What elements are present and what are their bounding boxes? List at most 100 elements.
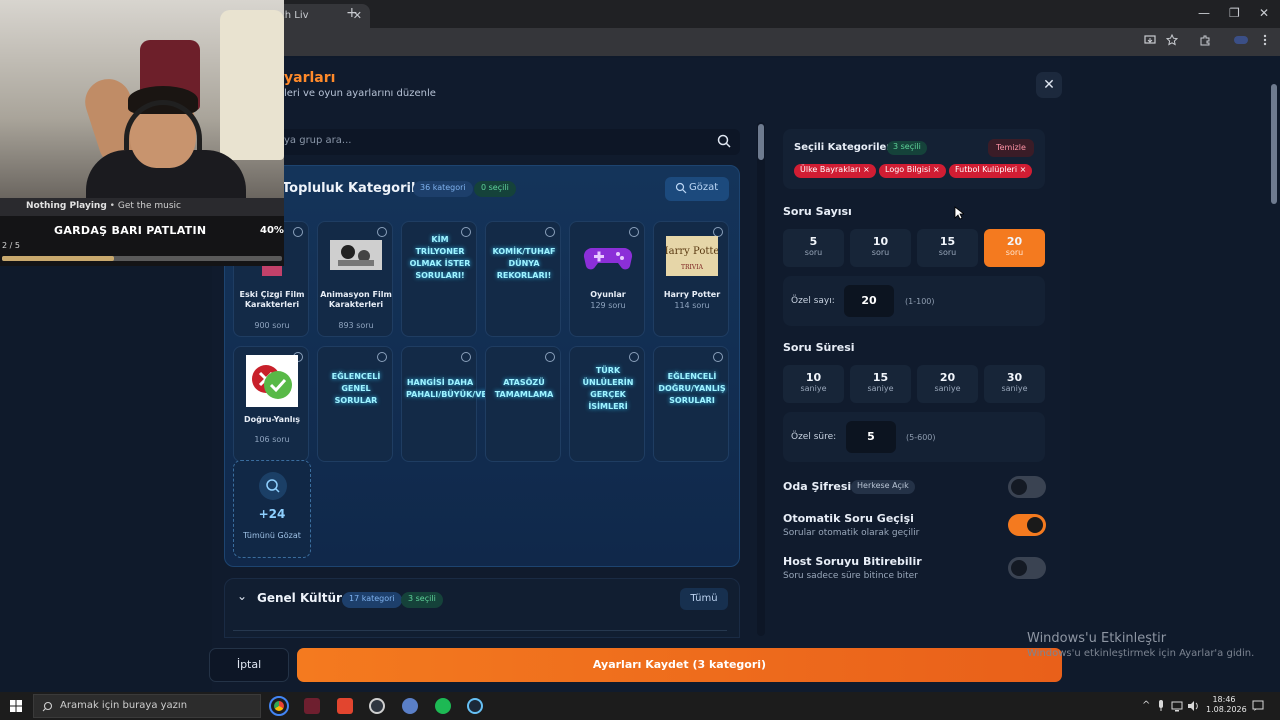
left-scrollbar[interactable] [757, 122, 765, 636]
category-card-dunya-rekorlari[interactable]: KOMİK/TUHAF DÜNYA REKORLARI! [485, 221, 561, 337]
question-time-20[interactable]: 20 saniye [917, 365, 978, 403]
genel-kultur-panel[interactable] [224, 578, 740, 638]
question-count-10[interactable]: 10 soru [850, 229, 911, 267]
auto-next-toggle[interactable] [1008, 514, 1046, 536]
search-placeholder: ya grup ara... [284, 135, 352, 146]
card-radio[interactable] [377, 352, 387, 362]
browse-all-card[interactable]: +24 Tümünü Gözat [233, 460, 311, 558]
save-settings-button[interactable]: Ayarları Kaydet (3 kategori) [297, 648, 1062, 682]
blue-app-icon[interactable] [402, 698, 418, 714]
tray-caret-icon[interactable]: ^ [1142, 700, 1150, 711]
minimize-window-button[interactable]: — [1198, 6, 1210, 20]
option-value: 5 [809, 235, 818, 248]
option-unit: soru [871, 248, 890, 257]
category-card-animasyon[interactable]: Animasyon Film Karakterleri 893 soru [317, 221, 393, 337]
question-count-5[interactable]: 5 soru [783, 229, 844, 267]
bookmark-star-icon[interactable] [1166, 34, 1178, 46]
select-all-button[interactable]: Tümü [680, 588, 728, 610]
room-password-label: Oda Şifresi [783, 480, 852, 493]
clear-selection-button[interactable]: Temizle [988, 139, 1034, 157]
restore-window-button[interactable]: ❐ [1229, 6, 1240, 20]
steam-app-icon[interactable] [467, 698, 483, 714]
custom-count-range: (1-100) [905, 297, 935, 306]
chip-futbol-kulupleri[interactable]: Futbol Kulüpleri × [949, 164, 1033, 178]
spotify-app-icon[interactable] [435, 698, 451, 714]
modal-close-button[interactable]: ✕ [1036, 72, 1062, 98]
song-percent: 40% [260, 225, 284, 236]
question-count-20[interactable]: 20 soru [984, 229, 1045, 267]
category-card-kim-trilyoner[interactable]: KİM TRİLYONER OLMAK İSTER SORULARI! [401, 221, 477, 337]
true-false-icon [246, 355, 298, 407]
card-name: Doğru-Yanlış [243, 415, 301, 424]
question-time-10[interactable]: 10 saniye [783, 365, 844, 403]
browse-all-label: Tümünü Gözat [243, 531, 301, 540]
category-card-turk-unluleri[interactable]: TÜRK ÜNLÜLERİN GERÇEK İSİMLERİ [569, 346, 645, 462]
chip-ulke-bayraklari[interactable]: Ülke Bayrakları × [794, 164, 876, 178]
song-index: 2 / 5 [2, 241, 20, 250]
auto-next-label: Otomatik Soru Geçişi [783, 512, 914, 525]
webcam-overlay [0, 0, 284, 198]
custom-time-input[interactable]: 5 [846, 421, 896, 453]
brave-app-icon[interactable] [337, 698, 353, 714]
toggle-knob [1011, 560, 1027, 576]
question-count-label: Soru Sayısı [783, 205, 852, 218]
category-card-eglenceli-dogru[interactable]: EĞLENCELİ DOĞRU/YANLIŞ SORULARI [653, 346, 729, 462]
extensions-icon[interactable] [1199, 34, 1211, 46]
category-card-eglenceli-genel[interactable]: EĞLENCELİ GENEL SORULAR [317, 346, 393, 462]
taskbar-search-input[interactable]: Aramak için buraya yazın [33, 694, 261, 718]
card-neon-title: ATASÖZÜ TAMAMLAMA [494, 378, 554, 399]
selected-count-badge: 3 seçili [887, 141, 927, 155]
room-password-toggle[interactable] [1008, 476, 1046, 498]
category-card-atasozu[interactable]: ATASÖZÜ TAMAMLAMA [485, 346, 561, 462]
question-count-15[interactable]: 15 soru [917, 229, 978, 267]
install-app-icon[interactable] [1144, 34, 1156, 46]
chevron-down-icon[interactable]: ⌄ [237, 589, 247, 603]
card-radio[interactable] [545, 352, 555, 362]
taskbar-clock[interactable]: 18:46 1.08.2026 [1206, 695, 1247, 715]
page-scroll-thumb[interactable] [1271, 84, 1277, 204]
card-radio[interactable] [713, 352, 723, 362]
card-name: Oyunlar [590, 290, 626, 299]
network-icon[interactable] [1171, 700, 1183, 712]
question-time-label: Soru Süresi [783, 341, 855, 354]
card-radio[interactable] [545, 227, 555, 237]
card-radio[interactable] [629, 352, 639, 362]
windows-start-icon[interactable] [10, 700, 22, 712]
category-card-harry-potter[interactable]: Harry Potter TRIVIA Harry Potter 114 soru [653, 221, 729, 337]
option-value: 30 [1006, 371, 1023, 384]
cancel-button[interactable]: İptal [209, 648, 289, 682]
option-value: 15 [939, 235, 956, 248]
red-app-icon[interactable] [304, 698, 320, 714]
browse-button-label: Gözat [689, 182, 719, 193]
host-finish-toggle[interactable] [1008, 557, 1046, 579]
card-neon-title: HANGİSİ DAHA PAHALI/BÜYÜK/VB [406, 378, 488, 399]
card-radio[interactable] [461, 352, 471, 362]
auto-next-desc: Sorular otomatik olarak geçilir [783, 528, 920, 538]
left-scroll-thumb[interactable] [758, 124, 764, 160]
browse-button[interactable]: Gözat [665, 177, 729, 201]
option-value: 15 [872, 371, 889, 384]
browser-menu-icon[interactable] [1262, 34, 1268, 46]
genel-selected-badge: 3 seçili [401, 592, 443, 608]
new-tab-button[interactable]: + [346, 5, 358, 21]
category-card-oyunlar[interactable]: Oyunlar 129 soru [569, 221, 645, 337]
taskbar-search-placeholder: Aramak için buraya yazın [60, 700, 188, 711]
custom-time-range: (5-600) [906, 433, 936, 442]
question-time-15[interactable]: 15 saniye [850, 365, 911, 403]
category-card-hangisi-daha[interactable]: HANGİSİ DAHA PAHALI/BÜYÜK/VB [401, 346, 488, 462]
search-icon[interactable] [716, 133, 732, 149]
question-time-30[interactable]: 30 saniye [984, 365, 1045, 403]
profile-avatar-icon[interactable] [1233, 34, 1249, 46]
custom-count-input[interactable]: 20 [844, 285, 894, 317]
chip-logo-bilgisi[interactable]: Logo Bilgisi × [879, 164, 946, 178]
chrome-app-icon[interactable] [269, 696, 289, 716]
mouse-cursor-icon [954, 206, 964, 220]
harry-potter-logo: Harry Potter TRIVIA [666, 236, 718, 276]
now-playing-bar: Nothing Playing • Get the music [0, 198, 284, 216]
microphone-icon[interactable] [1157, 700, 1165, 712]
volume-icon[interactable] [1187, 700, 1199, 712]
notification-icon[interactable] [1252, 700, 1264, 712]
obs-app-icon[interactable] [369, 698, 385, 714]
close-window-button[interactable]: ✕ [1259, 6, 1269, 20]
category-card-dogru-yanlis[interactable]: Doğru-Yanlış 106 soru [233, 346, 309, 462]
